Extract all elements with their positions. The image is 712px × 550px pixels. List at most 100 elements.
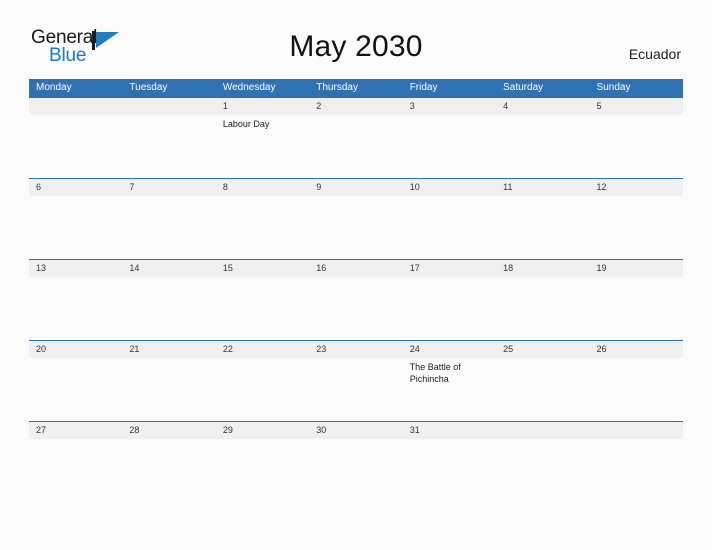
day-cell[interactable] (309, 358, 402, 421)
week-date-band: 27 28 29 30 31 (29, 422, 683, 439)
calendar-week-row: 27 28 29 30 31 (29, 421, 683, 502)
day-number[interactable]: 26 (590, 341, 683, 358)
event-label: Labour Day (222, 119, 270, 129)
day-cell[interactable] (590, 358, 683, 421)
country-label: Ecuador (628, 46, 681, 62)
day-cell[interactable] (122, 115, 215, 178)
day-number[interactable] (590, 422, 683, 439)
day-cell[interactable] (309, 439, 402, 502)
day-number[interactable]: 6 (29, 179, 122, 196)
day-cell[interactable] (590, 277, 683, 340)
day-cell[interactable]: Labour Day (216, 115, 309, 178)
day-cell[interactable] (309, 115, 402, 178)
day-cell[interactable] (122, 196, 215, 259)
day-number[interactable]: 25 (496, 341, 589, 358)
weekday-header-wednesday: Wednesday (222, 82, 276, 93)
day-cell[interactable] (122, 358, 215, 421)
day-cell[interactable] (496, 196, 589, 259)
weekday-header-tuesday: Tuesday (129, 82, 168, 93)
day-cell[interactable] (590, 196, 683, 259)
day-number[interactable]: 22 (216, 341, 309, 358)
calendar-week-row: 1 2 3 4 5 Labour Day (29, 97, 683, 178)
day-cell[interactable] (496, 277, 589, 340)
day-cell[interactable] (29, 277, 122, 340)
day-cell[interactable] (403, 115, 496, 178)
day-number[interactable]: 18 (496, 260, 589, 277)
day-number[interactable]: 11 (496, 179, 589, 196)
week-date-band: 6 7 8 9 10 11 12 (29, 179, 683, 196)
day-cell[interactable] (216, 277, 309, 340)
day-number[interactable]: 7 (122, 179, 215, 196)
day-number[interactable]: 2 (309, 98, 402, 115)
week-date-band: 13 14 15 16 17 18 19 (29, 260, 683, 277)
day-number[interactable]: 15 (216, 260, 309, 277)
day-number[interactable]: 9 (309, 179, 402, 196)
day-number[interactable]: 1 (216, 98, 309, 115)
day-cell[interactable] (403, 196, 496, 259)
calendar-page: General Blue May 2030 Ecuador Monday Tue… (0, 0, 712, 550)
day-number[interactable]: 3 (403, 98, 496, 115)
day-number[interactable]: 13 (29, 260, 122, 277)
page-title: May 2030 (289, 30, 423, 63)
day-cell[interactable] (29, 196, 122, 259)
day-number[interactable]: 19 (590, 260, 683, 277)
day-cell[interactable] (309, 196, 402, 259)
day-number[interactable]: 10 (403, 179, 496, 196)
day-cell[interactable] (309, 277, 402, 340)
day-cell[interactable] (403, 439, 496, 502)
day-cell[interactable]: The Battle of Pichincha (403, 358, 496, 421)
day-number[interactable]: 17 (403, 260, 496, 277)
day-number[interactable]: 29 (216, 422, 309, 439)
day-cell[interactable] (216, 439, 309, 502)
weekday-header-row: Monday Tuesday Wednesday Thursday Friday… (29, 79, 683, 97)
calendar-week-row: 13 14 15 16 17 18 19 (29, 259, 683, 340)
calendar-grid: Monday Tuesday Wednesday Thursday Friday… (29, 79, 683, 502)
event-label: The Battle of Pichincha (409, 362, 461, 384)
day-cell[interactable] (216, 358, 309, 421)
week-event-band: The Battle of Pichincha (29, 358, 683, 421)
day-cell[interactable] (122, 277, 215, 340)
day-cell[interactable] (496, 115, 589, 178)
day-number[interactable] (496, 422, 589, 439)
day-cell[interactable] (122, 439, 215, 502)
day-number[interactable]: 27 (29, 422, 122, 439)
day-number[interactable]: 20 (29, 341, 122, 358)
day-number[interactable]: 31 (403, 422, 496, 439)
day-number[interactable]: 30 (309, 422, 402, 439)
week-event-band (29, 277, 683, 340)
day-number[interactable]: 28 (122, 422, 215, 439)
day-cell[interactable] (590, 439, 683, 502)
day-cell[interactable] (216, 196, 309, 259)
week-event-band: Labour Day (29, 115, 683, 178)
week-date-band: 20 21 22 23 24 25 26 (29, 341, 683, 358)
weekday-header-saturday: Saturday (503, 82, 544, 93)
weekday-header-monday: Monday (36, 82, 72, 93)
day-number[interactable] (122, 98, 215, 115)
day-number[interactable]: 16 (309, 260, 402, 277)
day-number[interactable]: 14 (122, 260, 215, 277)
weekday-header-friday: Friday (409, 82, 438, 93)
page-header: General Blue May 2030 Ecuador (0, 0, 712, 65)
day-number[interactable] (29, 98, 122, 115)
day-cell[interactable] (496, 439, 589, 502)
day-number[interactable]: 4 (496, 98, 589, 115)
day-number[interactable]: 12 (590, 179, 683, 196)
day-cell[interactable] (29, 439, 122, 502)
weekday-header-thursday: Thursday (316, 82, 358, 93)
weekday-header-sunday: Sunday (596, 82, 631, 93)
week-event-band (29, 439, 683, 502)
calendar-week-row: 6 7 8 9 10 11 12 (29, 178, 683, 259)
day-number[interactable]: 21 (122, 341, 215, 358)
day-number[interactable]: 23 (309, 341, 402, 358)
day-cell[interactable] (496, 358, 589, 421)
day-cell[interactable] (590, 115, 683, 178)
day-number[interactable]: 5 (590, 98, 683, 115)
day-number[interactable]: 8 (216, 179, 309, 196)
week-date-band: 1 2 3 4 5 (29, 98, 683, 115)
day-number[interactable]: 24 (403, 341, 496, 358)
week-event-band (29, 196, 683, 259)
calendar-week-row: 20 21 22 23 24 25 26 The Battle of Pichi… (29, 340, 683, 421)
day-cell[interactable] (29, 115, 122, 178)
day-cell[interactable] (29, 358, 122, 421)
day-cell[interactable] (403, 277, 496, 340)
